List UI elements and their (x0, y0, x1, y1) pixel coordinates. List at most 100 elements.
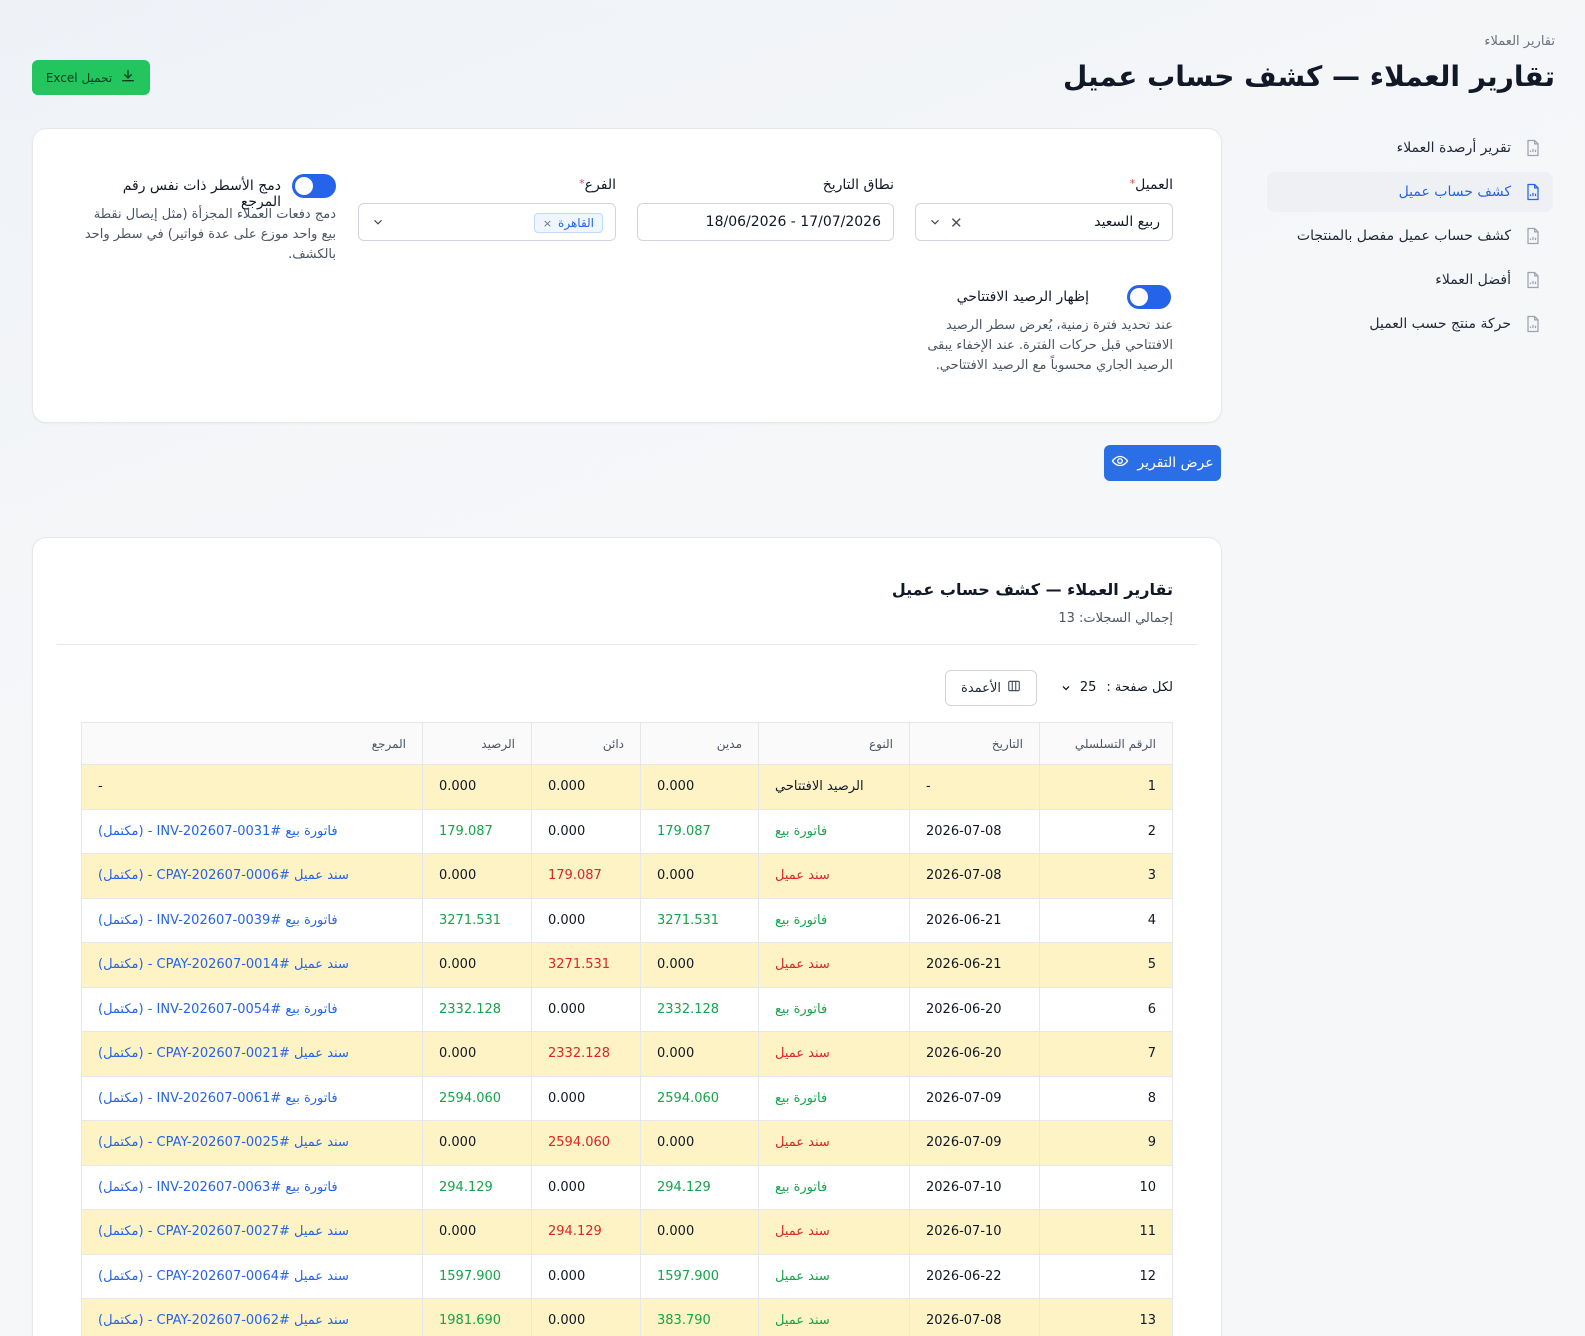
cell-reference[interactable]: سند عميل #CPAY-202607-0027 - (مكتمل) (81, 1209, 423, 1255)
column-header-date[interactable]: التاريخ (909, 722, 1040, 765)
breadcrumb: تقارير العملاء (1484, 34, 1555, 49)
cell-serial: 4 (1039, 897, 1173, 943)
cell-reference[interactable]: سند عميل #CPAY-202607-0014 - (مكتمل) (81, 942, 423, 988)
cell-credit: 0.000 (531, 1075, 641, 1121)
column-header-credit[interactable]: دائن (531, 722, 641, 765)
sidebar-item-customer-statement[interactable]: كشف حساب عميل (1267, 172, 1553, 212)
table-row: 13 2026-07-08 سند عميل 383.790 0.000 1981.690… (81, 1298, 1173, 1336)
cell-reference[interactable]: سند عميل #CPAY-202607-0062 - (مكتمل) (81, 1298, 423, 1336)
cell-credit: 0.000 (531, 986, 641, 1032)
table-row: 3 2026-07-08 سند عميل 0.000 179.087 0.000 سند … (81, 853, 1173, 899)
date-range-input[interactable]: 18/06/2026 - 17/07/2026 (637, 203, 894, 241)
cell-type: سند عميل (758, 942, 910, 988)
merge-lines-help: دمج دفعات العملاء المجزأة (مثل إيصال نقط… (84, 207, 336, 262)
column-header-serial[interactable]: الرقم التسلسلي (1039, 722, 1173, 765)
sidebar-item-top-customers[interactable]: أفضل العملاء (1267, 260, 1553, 300)
merge-lines-toggle[interactable] (292, 174, 336, 198)
cell-balance: 0.000 (422, 764, 532, 810)
chevron-down-icon[interactable] (371, 215, 385, 229)
cell-serial: 1 (1039, 764, 1173, 810)
cell-reference: - (81, 764, 423, 810)
branch-label: الفرع* (579, 177, 616, 193)
column-header-type[interactable]: النوع (758, 722, 910, 765)
sidebar-item-label: تقرير أرصدة العملاء (1396, 140, 1511, 156)
cell-reference[interactable]: سند عميل #CPAY-202607-0025 - (مكتمل) (81, 1120, 423, 1166)
cell-credit: 2594.060 (531, 1120, 641, 1166)
opening-balance-help: عند تحديد فترة زمنية، يُعرض سطر الرصيد ا… (927, 318, 1173, 373)
table-row: 9 2026-07-09 سند عميل 0.000 2594.060 0.000 سند… (81, 1120, 1173, 1166)
cell-serial: 8 (1039, 1075, 1173, 1121)
cell-debit: 0.000 (640, 942, 759, 988)
cell-reference[interactable]: سند عميل #CPAY-202607-0006 - (مكتمل) (81, 853, 423, 899)
table-row: 4 2026-06-21 فاتورة بيع 3271.531 0.000 3271.5… (81, 897, 1173, 943)
clear-icon[interactable]: ✕ (950, 214, 963, 232)
cell-debit: 0.000 (640, 853, 759, 899)
report-title: تقارير العملاء — كشف حساب عميل (891, 580, 1173, 599)
report-document-icon (1523, 314, 1543, 334)
branch-select[interactable]: القاهرة × (358, 203, 616, 241)
sidebar-item-label: حركة منتج حسب العميل (1369, 316, 1511, 332)
cell-type: سند عميل (758, 1209, 910, 1255)
cell-balance: 179.087 (422, 808, 532, 854)
cell-date: 2026-06-20 (909, 986, 1040, 1032)
opening-balance-toggle[interactable] (1127, 285, 1171, 309)
columns-button[interactable]: الأعمدة (945, 670, 1037, 706)
cell-reference[interactable]: سند عميل #CPAY-202607-0064 - (مكتمل) (81, 1253, 423, 1299)
cell-debit: 179.087 (640, 808, 759, 854)
branch-tag[interactable]: القاهرة × (533, 213, 603, 233)
column-header-balance[interactable]: الرصيد (422, 722, 532, 765)
cell-reference[interactable]: فاتورة بيع #INV-202607-0061 - (مكتمل) (81, 1075, 423, 1121)
columns-icon (1007, 679, 1021, 697)
report-document-icon (1523, 270, 1543, 290)
cell-debit: 0.000 (640, 1209, 759, 1255)
table-row: 2 2026-07-08 فاتورة بيع 179.087 0.000 179.087… (81, 808, 1173, 854)
sidebar-item-product-movement[interactable]: حركة منتج حسب العميل (1267, 304, 1553, 344)
cell-serial: 3 (1039, 853, 1173, 899)
per-page-select[interactable]: 25 (1060, 680, 1096, 695)
cell-reference[interactable]: سند عميل #CPAY-202607-0021 - (مكتمل) (81, 1031, 423, 1077)
cell-date: 2026-06-21 (909, 897, 1040, 943)
cell-date: - (909, 764, 1040, 810)
cell-debit: 2332.128 (640, 986, 759, 1032)
columns-label: الأعمدة (961, 680, 1001, 696)
opening-balance-label: إظهار الرصيد الافتتاحي (956, 289, 1089, 305)
cell-type: فاتورة بيع (758, 897, 910, 943)
column-header-reference[interactable]: المرجع (81, 722, 423, 765)
cell-balance: 3271.531 (422, 897, 532, 943)
download-excel-button[interactable]: تحميل Excel (32, 60, 150, 95)
table-row: 5 2026-06-21 سند عميل 0.000 3271.531 0.000 سند… (81, 942, 1173, 988)
show-report-label: عرض التقرير (1137, 455, 1214, 471)
chevron-down-icon[interactable] (928, 215, 942, 229)
cell-date: 2026-07-10 (909, 1164, 1040, 1210)
report-document-icon (1523, 182, 1543, 202)
cell-serial: 9 (1039, 1120, 1173, 1166)
cell-credit: 0.000 (531, 1298, 641, 1336)
sidebar-item-customer-balances[interactable]: تقرير أرصدة العملاء (1267, 128, 1553, 168)
statement-table: الرقم التسلسلي التاريخ النوع مدين دائن ا… (81, 722, 1173, 1336)
sidebar-item-detailed-statement[interactable]: كشف حساب عميل مفصل بالمنتجات (1267, 216, 1553, 256)
column-header-debit[interactable]: مدين (640, 722, 759, 765)
cell-debit: 3271.531 (640, 897, 759, 943)
cell-reference[interactable]: فاتورة بيع #INV-202607-0039 - (مكتمل) (81, 897, 423, 943)
cell-credit: 0.000 (531, 764, 641, 810)
cell-balance: 0.000 (422, 1209, 532, 1255)
per-page-control: لكل صفحة : 25 (1060, 680, 1173, 695)
cell-credit: 3271.531 (531, 942, 641, 988)
remove-tag-icon[interactable]: × (543, 217, 552, 230)
cell-date: 2026-06-22 (909, 1253, 1040, 1299)
cell-credit: 294.129 (531, 1209, 641, 1255)
cell-debit: 1597.900 (640, 1253, 759, 1299)
cell-reference[interactable]: فاتورة بيع #INV-202607-0031 - (مكتمل) (81, 808, 423, 854)
cell-balance: 294.129 (422, 1164, 532, 1210)
customer-select[interactable]: ربيع السعيد ✕ (915, 203, 1173, 241)
show-report-button[interactable]: عرض التقرير (1104, 445, 1221, 481)
cell-balance: 2594.060 (422, 1075, 532, 1121)
cell-balance: 1981.690 (422, 1298, 532, 1336)
cell-reference[interactable]: فاتورة بيع #INV-202607-0063 - (مكتمل) (81, 1164, 423, 1210)
cell-balance: 2332.128 (422, 986, 532, 1032)
cell-credit: 179.087 (531, 853, 641, 899)
download-excel-label: تحميل Excel (45, 70, 113, 85)
eye-icon (1111, 452, 1129, 474)
cell-reference[interactable]: فاتورة بيع #INV-202607-0054 - (مكتمل) (81, 986, 423, 1032)
cell-type: سند عميل (758, 1120, 910, 1166)
